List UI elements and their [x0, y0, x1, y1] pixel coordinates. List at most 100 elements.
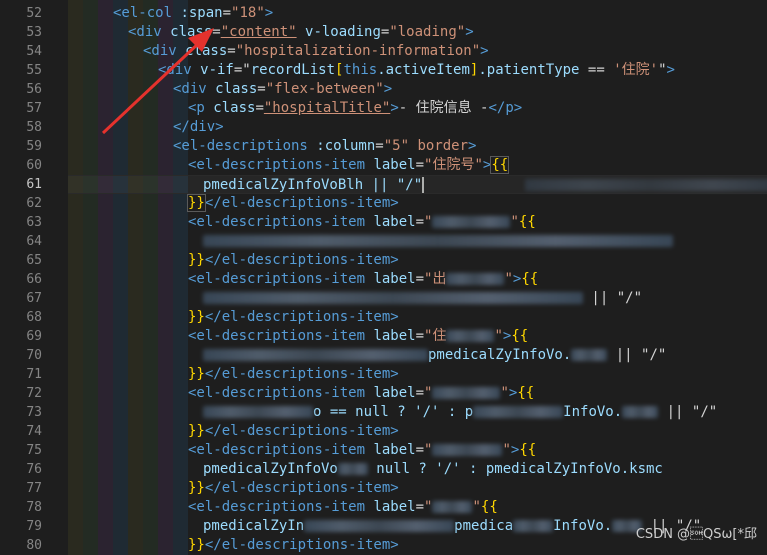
- line-number: 75: [26, 443, 42, 458]
- code-line-64[interactable]: [68, 232, 767, 251]
- line-number: 61: [26, 177, 42, 192]
- code-line-53[interactable]: <div class="content" v-loading="loading"…: [68, 23, 767, 42]
- code-line-61[interactable]: pmedicalZyInfoVoBlh || "/": [68, 175, 767, 194]
- line-number: 71: [26, 367, 42, 382]
- line-number: 63: [26, 215, 42, 230]
- line-number-gutter: 52 53 54 55 56 57 58 59 60 61 62 63 64 65 66 67 68 69 70 71…: [0, 0, 48, 555]
- tag-el-descriptions-item: <el-descriptions-item: [188, 442, 366, 458]
- code-line-59[interactable]: <el-descriptions :column="5" border>: [68, 137, 767, 156]
- blurred-label: [432, 387, 501, 399]
- attr-label: label: [365, 328, 416, 344]
- attr-label: label: [365, 271, 416, 287]
- expr-part: pmedicalZyIn: [203, 518, 305, 534]
- blurred-expression: [203, 292, 583, 304]
- code-line-73[interactable]: o == null ? '/' : p InfoVo. || "/": [68, 403, 767, 422]
- code-line-70[interactable]: pmedicalZyInfoVo. || "/": [68, 346, 767, 365]
- var-activeItem: .activeItem: [377, 62, 470, 78]
- code-line-78[interactable]: <el-descriptions-item label=" "{{: [68, 498, 767, 517]
- code-area[interactable]: <el-col :span="18"> <div class="content"…: [68, 0, 767, 555]
- blurred-expression: [203, 235, 673, 247]
- code-line-66[interactable]: <el-descriptions-item label="出 ">{{: [68, 270, 767, 289]
- code-line-75[interactable]: <el-descriptions-item label=" ">{{: [68, 441, 767, 460]
- code-line-55[interactable]: <div v-if="recordList[this.activeItem].p…: [68, 61, 767, 80]
- tag-el-descriptions: <el-descriptions: [173, 138, 308, 154]
- line-number: 68: [26, 310, 42, 325]
- mustache-open: {{: [518, 214, 536, 230]
- line-number: 78: [26, 500, 42, 515]
- code-line-67[interactable]: || "/": [68, 289, 767, 308]
- expr-part: InfoVo.: [553, 518, 613, 534]
- attr-label: label: [365, 385, 416, 401]
- code-line-68[interactable]: }}</el-descriptions-item>: [68, 308, 767, 327]
- tag-item-close: </el-descriptions-item>: [204, 423, 399, 439]
- expr-part: InfoVo.: [563, 404, 623, 420]
- label-zhuyuanhao: "住院号": [424, 157, 483, 173]
- label-quote: ": [424, 214, 433, 230]
- mustache-open: {{: [517, 385, 535, 401]
- equals-sign: =: [222, 5, 232, 21]
- code-line-74[interactable]: }}</el-descriptions-item>: [68, 422, 767, 441]
- blurred-field: [622, 406, 659, 418]
- code-line-77[interactable]: }}</el-descriptions-item>: [68, 479, 767, 498]
- label-quote: ": [504, 271, 513, 287]
- equals-sign: =: [415, 385, 425, 401]
- value-5: "5": [383, 138, 410, 154]
- tag-div: <div: [158, 62, 192, 78]
- line-number: 56: [26, 82, 42, 97]
- code-line-69[interactable]: <el-descriptions-item label="住 ">{{: [68, 327, 767, 346]
- tag-el-descriptions-item: <el-descriptions-item: [188, 328, 366, 344]
- label-quote: ": [500, 385, 509, 401]
- code-line-57[interactable]: <p class="hospitalTitle">- 住院信息 -</p>: [68, 99, 767, 118]
- value-flex-between: "flex-between": [265, 81, 384, 97]
- blurred-label: [446, 330, 495, 342]
- tag-div: <div: [143, 43, 177, 59]
- var-patientType: .patientType: [478, 62, 580, 78]
- equals-quote: =": [233, 62, 251, 78]
- tag-el-descriptions-item: <el-descriptions-item: [188, 157, 366, 173]
- keyword-this: this: [343, 62, 378, 78]
- tag-end: >: [468, 138, 477, 154]
- mustache-close: }}: [188, 309, 205, 325]
- expr-part: null ? '/' : pmedicalZyInfoVo.ksmc: [367, 461, 663, 477]
- tag-end: >: [480, 43, 489, 59]
- code-line-56[interactable]: <div class="flex-between">: [68, 80, 767, 99]
- tag-item-close: </el-descriptions-item>: [204, 366, 399, 382]
- attr-label: label: [365, 499, 416, 515]
- tag-item-close: </el-descriptions-item>: [204, 195, 399, 211]
- tag-item-close: </el-descriptions-item>: [204, 537, 399, 553]
- mustache-close: }}: [188, 423, 205, 439]
- code-line-72[interactable]: <el-descriptions-item label=" ">{{: [68, 384, 767, 403]
- tag-el-descriptions-item: <el-descriptions-item: [188, 271, 366, 287]
- line-number: 65: [26, 253, 42, 268]
- line-number: 53: [26, 25, 42, 40]
- code-line-71[interactable]: }}</el-descriptions-item>: [68, 365, 767, 384]
- equals-sign: =: [255, 100, 264, 116]
- equals-sign: =: [212, 24, 221, 40]
- code-line-76[interactable]: pmedicalZyInfoVo null ? '/' : pmedicalZy…: [68, 460, 767, 479]
- value-loading: "loading": [389, 24, 466, 40]
- tag-item-close: </el-descriptions-item>: [204, 252, 399, 268]
- equals-sign: =: [227, 43, 236, 59]
- tag-el-descriptions-item: <el-descriptions-item: [188, 499, 366, 515]
- mustache-close: }}: [188, 537, 205, 553]
- line-number: 60: [26, 158, 42, 173]
- code-line-63[interactable]: <el-descriptions-item label=" "{{: [68, 213, 767, 232]
- code-line-60[interactable]: <el-descriptions-item label="住院号">{{: [68, 156, 767, 175]
- line-number: 73: [26, 405, 42, 420]
- line-number: 66: [26, 272, 42, 287]
- code-line-52[interactable]: <el-col :span="18">: [68, 4, 767, 23]
- code-line-62[interactable]: }}</el-descriptions-item>: [68, 194, 767, 213]
- expr-mid: pmedicalZyInfoVo.: [428, 347, 572, 363]
- code-editor[interactable]: 52 53 54 55 56 57 58 59 60 61 62 63 64 65 66 67 68 69 70 71…: [0, 0, 767, 555]
- label-quote: ": [424, 499, 433, 515]
- mustache-open: {{: [521, 271, 539, 287]
- code-line-54[interactable]: <div class="hospitalization-information"…: [68, 42, 767, 61]
- code-line-65[interactable]: }}</el-descriptions-item>: [68, 251, 767, 270]
- blurred-field: [571, 349, 608, 361]
- line-number: 79: [26, 519, 42, 534]
- mustache-open: {{: [519, 442, 537, 458]
- equals-sign: =: [415, 499, 425, 515]
- tag-p-close: </p>: [488, 100, 523, 116]
- code-line-58[interactable]: </div>: [68, 118, 767, 137]
- mustache-close: }}: [188, 480, 205, 496]
